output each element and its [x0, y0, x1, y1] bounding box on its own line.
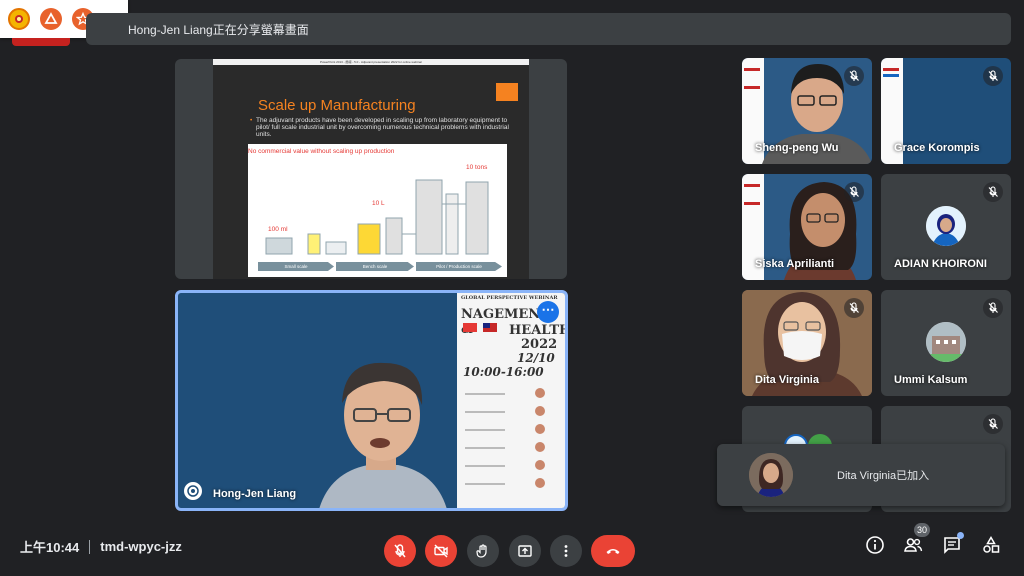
- join-notification-text: Dita Virginia已加入: [837, 470, 930, 482]
- presenting-banner: Hong-Jen Liang正在分享螢幕畫面: [86, 13, 1011, 45]
- shared-screen-tile[interactable]: PowerPoint 2013 - 簡報 - 5.0 - Adjuvant pr…: [175, 59, 567, 279]
- slide-bullet: The adjuvant products have been develope…: [250, 117, 512, 138]
- camera-off-icon: [434, 544, 448, 558]
- join-notification: Dita Virginia已加入: [717, 444, 1005, 506]
- participant-name: Grace Korompis: [894, 142, 980, 154]
- more-options-menu-button[interactable]: [550, 535, 582, 567]
- participant-avatar: [926, 206, 966, 246]
- label-10tons: 10 tons: [466, 164, 488, 171]
- participant-tile[interactable]: Sheng-peng Wu: [742, 58, 872, 164]
- participant-name: Ummi Kalsum: [894, 374, 968, 386]
- slide-window-header: PowerPoint 2013 - 簡報 - 5.0 - Adjuvant pr…: [213, 59, 529, 65]
- poster-line6: 10:00-16:00: [463, 365, 544, 379]
- label-100ml: 100 ml: [268, 226, 288, 233]
- flag-taiwan-icon: [483, 323, 497, 332]
- muted-mic-icon: [983, 414, 1003, 434]
- leave-call-button[interactable]: [591, 535, 635, 567]
- flag-indonesia-icon: [463, 323, 477, 332]
- speaker-photo-icon: [535, 388, 545, 398]
- slide-title: Scale up Manufacturing: [258, 97, 416, 114]
- info-icon: [866, 536, 884, 554]
- slide-orange-block: [496, 83, 518, 101]
- participant-name: Siska Aprilianti: [755, 258, 835, 270]
- people-icon: [904, 538, 923, 552]
- stage-pilot: Pilot / Production scale: [416, 262, 502, 271]
- present-screen-button[interactable]: [509, 535, 541, 567]
- poster-text-line: [465, 465, 505, 467]
- participant-name: ADIAN KHOIRONI: [894, 258, 987, 270]
- poster-line1: GLOBAL PERSPECTIVE WEBINAR: [461, 295, 558, 301]
- people-button[interactable]: [902, 534, 924, 556]
- active-speaker-tile[interactable]: GLOBAL PERSPECTIVE WEBINAR NAGEMENT & HE…: [175, 290, 568, 511]
- muted-mic-icon: [983, 182, 1003, 202]
- participant-name: Sheng-peng Wu: [755, 142, 839, 154]
- poster-text-line: [465, 411, 505, 413]
- stage-bench: Bench scale: [336, 262, 414, 271]
- presenting-banner-text: Hong-Jen Liang正在分享螢幕畫面: [128, 22, 309, 37]
- present-icon: [518, 545, 532, 557]
- divider: [89, 539, 91, 554]
- meeting-info: 上午10:44 tmd-wpyc-jzz: [20, 537, 182, 556]
- poster-line4: 2022: [521, 337, 558, 352]
- clock-time: 上午10:44: [20, 540, 80, 555]
- poster-text-line: [465, 393, 505, 395]
- participant-tile[interactable]: Siska Aprilianti: [742, 174, 872, 280]
- raise-hand-button[interactable]: [467, 535, 499, 567]
- poster-text-line: [465, 429, 505, 431]
- university-logo-icon: [182, 480, 204, 502]
- speaker-photo-icon: [535, 406, 545, 416]
- participant-count-badge: 30: [914, 523, 931, 537]
- label-10l: 10 L: [372, 200, 385, 207]
- muted-mic-icon: [983, 298, 1003, 318]
- muted-mic-icon: [844, 298, 864, 318]
- participant-tile[interactable]: Grace Korompis: [881, 58, 1011, 164]
- more-vert-icon: [564, 545, 568, 557]
- chat-notification-dot: [957, 532, 964, 539]
- muted-mic-icon: [983, 66, 1003, 86]
- participant-tile[interactable]: Dita Virginia: [742, 290, 872, 396]
- poster-line3: HEALTH: [509, 323, 568, 338]
- activities-button[interactable]: [980, 534, 1002, 556]
- bottom-toolbar: 上午10:44 tmd-wpyc-jzz: [0, 522, 1024, 576]
- joiner-avatar: [749, 453, 793, 497]
- poster-text-line: [465, 447, 505, 449]
- participant-name: Dita Virginia: [755, 374, 819, 386]
- speaker-photo-icon: [535, 460, 545, 470]
- speaker-photo-icon: [535, 424, 545, 434]
- hand-icon: [476, 544, 487, 558]
- poster-text-line: [465, 483, 505, 485]
- speaker-video: [319, 362, 447, 508]
- muted-mic-icon: [844, 66, 864, 86]
- triangle-icon[interactable]: [40, 8, 62, 30]
- muted-mic-icon: [844, 182, 864, 202]
- stage-small: Small scale: [258, 262, 334, 271]
- poster-line5: 12/10: [517, 351, 555, 365]
- mic-toggle-button[interactable]: [384, 535, 416, 567]
- mic-off-icon: [394, 544, 406, 558]
- camera-toggle-button[interactable]: [425, 535, 457, 567]
- activities-icon: [983, 536, 1000, 553]
- participant-tile[interactable]: ADIAN KHOIRONI: [881, 174, 1011, 280]
- speaker-photo-icon: [535, 478, 545, 488]
- speaker-photo-icon: [535, 442, 545, 452]
- participant-avatar: [926, 322, 966, 362]
- webinar-poster: GLOBAL PERSPECTIVE WEBINAR NAGEMENT & HE…: [457, 293, 565, 508]
- presentation-slide: PowerPoint 2013 - 簡報 - 5.0 - Adjuvant pr…: [213, 59, 529, 279]
- participant-tile[interactable]: Ummi Kalsum: [881, 290, 1011, 396]
- meeting-details-button[interactable]: [864, 534, 886, 556]
- hang-up-icon: [606, 549, 620, 554]
- meeting-code: tmd-wpyc-jzz: [100, 539, 182, 554]
- emblem-icon[interactable]: [8, 8, 30, 30]
- speaker-name: Hong-Jen Liang: [213, 488, 297, 500]
- more-options-button[interactable]: ⋯: [537, 301, 559, 323]
- scale-up-illustration: No commercial value without scaling up p…: [248, 144, 507, 277]
- recording-indicator: [12, 38, 70, 46]
